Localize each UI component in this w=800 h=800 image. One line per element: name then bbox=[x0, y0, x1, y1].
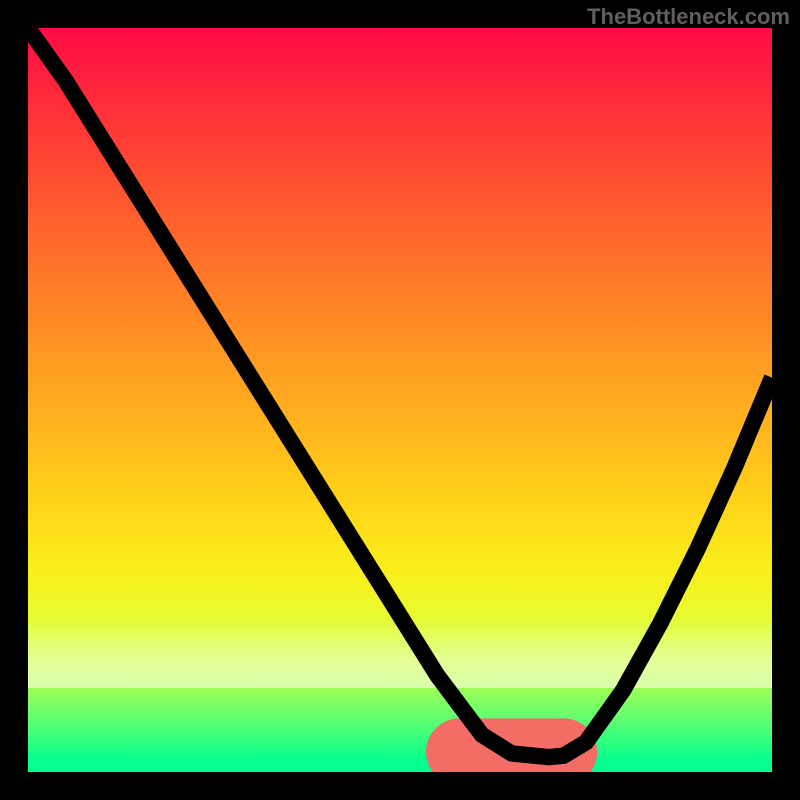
plot-area bbox=[28, 28, 772, 772]
figure-root: TheBottleneck.com bbox=[0, 0, 800, 800]
bottleneck-curve bbox=[28, 28, 772, 757]
plot-svg bbox=[28, 28, 772, 772]
watermark-text: TheBottleneck.com bbox=[587, 4, 790, 30]
